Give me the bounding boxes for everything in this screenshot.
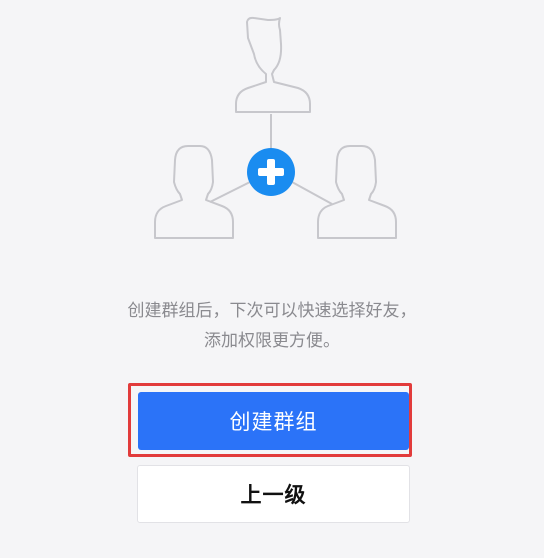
create-group-button[interactable]: 创建群组 — [138, 392, 409, 450]
description-text: 创建群组后，下次可以快速选择好友， 添加权限更方便。 — [0, 296, 544, 356]
connector-line — [209, 181, 251, 203]
connector-line — [291, 181, 333, 205]
plus-circle-icon — [247, 148, 295, 196]
group-illustration — [150, 14, 400, 244]
description-line-2: 添加权限更方便。 — [204, 331, 340, 351]
create-group-page: 创建群组后，下次可以快速选择好友， 添加权限更方便。 创建群组 上一级 — [0, 0, 544, 558]
person-icon — [317, 145, 397, 239]
person-icon — [235, 16, 311, 113]
description-line-1: 创建群组后，下次可以快速选择好友， — [127, 301, 417, 321]
back-button[interactable]: 上一级 — [137, 465, 410, 523]
person-icon — [154, 145, 234, 239]
